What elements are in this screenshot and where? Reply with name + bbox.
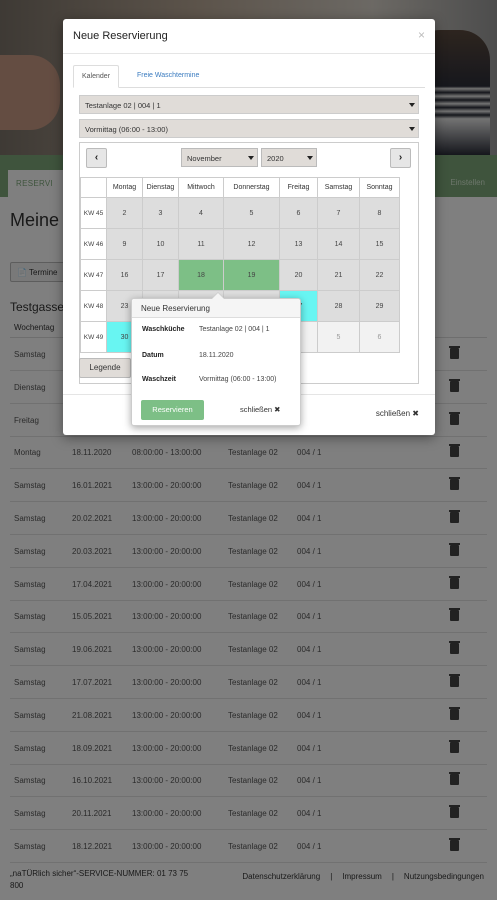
- prev-month-button[interactable]: ‹: [86, 148, 107, 168]
- reservation-popover: Neue Reservierung Waschküche Testanlage …: [131, 292, 301, 426]
- chevron-down-icon: [307, 156, 313, 160]
- popover-value-waschzeit: Vormittag (06:00 - 13:00): [199, 376, 277, 383]
- calendar-day-cell[interactable]: 8: [359, 197, 400, 229]
- calendar-day-cell[interactable]: 20: [279, 259, 318, 291]
- week-number-cell: KW 48: [80, 290, 107, 322]
- year-select[interactable]: 2020: [261, 148, 317, 167]
- year-select-value: 2020: [267, 154, 284, 163]
- calendar-day-cell[interactable]: 16: [106, 259, 143, 291]
- chevron-down-icon: [409, 127, 415, 131]
- calendar-day-cell[interactable]: 14: [317, 228, 360, 260]
- week-number-cell: KW 49: [80, 321, 107, 353]
- calendar-day-cell[interactable]: 6: [359, 321, 400, 353]
- popover-title: Neue Reservierung: [132, 299, 300, 318]
- popover-label-datum: Datum: [142, 352, 164, 359]
- modal-header-divider: [63, 53, 435, 54]
- machine-select-value: Testanlage 02 | 004 | 1: [85, 101, 161, 110]
- legend-button[interactable]: Legende: [79, 358, 131, 378]
- calendar-week-row: KW 47 16 17 18 19 20 21 22: [80, 259, 400, 291]
- weekday-header: Samstag: [317, 177, 360, 198]
- popover-label-waschzeit: Waschzeit: [142, 376, 176, 383]
- tab-kalender[interactable]: Kalender: [73, 65, 120, 88]
- calendar-day-cell[interactable]: 19: [223, 259, 280, 291]
- calendar-day-cell[interactable]: 11: [178, 228, 224, 260]
- weekday-header: Mittwoch: [178, 177, 224, 198]
- weekday-header: Montag: [106, 177, 143, 198]
- popover-close-button[interactable]: schließen ✖: [240, 405, 280, 414]
- machine-select[interactable]: Testanlage 02 | 004 | 1: [79, 95, 419, 114]
- month-select-value: November: [187, 154, 222, 163]
- weekday-header: Dienstag: [142, 177, 179, 198]
- week-number-cell: KW 46: [80, 228, 107, 260]
- month-select[interactable]: November: [181, 148, 258, 167]
- next-month-button[interactable]: ›: [390, 148, 411, 168]
- timeslot-select[interactable]: Vormittag (06:00 - 13:00): [79, 119, 419, 138]
- reserve-button[interactable]: Reservieren: [141, 400, 204, 420]
- calendar-day-cell[interactable]: 4: [178, 197, 224, 229]
- calendar-day-cell[interactable]: 6: [279, 197, 318, 229]
- calendar-day-cell[interactable]: 29: [359, 290, 400, 322]
- calendar-day-cell[interactable]: 18: [178, 259, 224, 291]
- calendar-day-cell[interactable]: 3: [142, 197, 179, 229]
- calendar-day-cell[interactable]: 13: [279, 228, 318, 260]
- timeslot-select-value: Vormittag (06:00 - 13:00): [85, 125, 168, 134]
- calendar-day-cell[interactable]: 15: [359, 228, 400, 260]
- tab-freie-waschtermine[interactable]: Freie Waschtermine: [129, 65, 207, 88]
- chevron-left-icon: ‹: [94, 152, 99, 163]
- calendar-day-cell[interactable]: 9: [106, 228, 143, 260]
- week-number-cell: KW 45: [80, 197, 107, 229]
- popover-label-waschkueche: Waschküche: [142, 326, 185, 333]
- week-number-cell: KW 47: [80, 259, 107, 291]
- calendar-day-cell[interactable]: 28: [317, 290, 360, 322]
- modal-close-button[interactable]: schließen ✖: [376, 409, 419, 418]
- calendar-day-cell[interactable]: 22: [359, 259, 400, 291]
- chevron-down-icon: [248, 156, 254, 160]
- calendar-day-cell[interactable]: 7: [317, 197, 360, 229]
- tabs-divider: [73, 87, 425, 88]
- calendar-day-cell[interactable]: 21: [317, 259, 360, 291]
- weekday-header: Sonntag: [359, 177, 400, 198]
- calendar-day-cell[interactable]: 10: [142, 228, 179, 260]
- chevron-right-icon: ›: [398, 152, 403, 163]
- calendar-corner-cell: [80, 177, 107, 198]
- calendar-week-row: KW 46 9 10 11 12 13 14 15: [80, 228, 400, 260]
- calendar-day-cell[interactable]: 5: [223, 197, 280, 229]
- popover-value-waschkueche: Testanlage 02 | 004 | 1: [199, 326, 270, 333]
- modal-title: Neue Reservierung: [73, 30, 168, 42]
- calendar-day-cell[interactable]: 17: [142, 259, 179, 291]
- calendar-day-cell[interactable]: 5: [317, 321, 360, 353]
- calendar-week-row: KW 45 2 3 4 5 6 7 8: [80, 197, 400, 229]
- weekday-header: Freitag: [279, 177, 318, 198]
- calendar-day-cell[interactable]: 2: [106, 197, 143, 229]
- chevron-down-icon: [409, 103, 415, 107]
- weekday-header: Donnerstag: [223, 177, 280, 198]
- popover-value-datum: 18.11.2020: [199, 352, 234, 359]
- close-icon[interactable]: ×: [418, 28, 425, 42]
- calendar-day-cell[interactable]: 12: [223, 228, 280, 260]
